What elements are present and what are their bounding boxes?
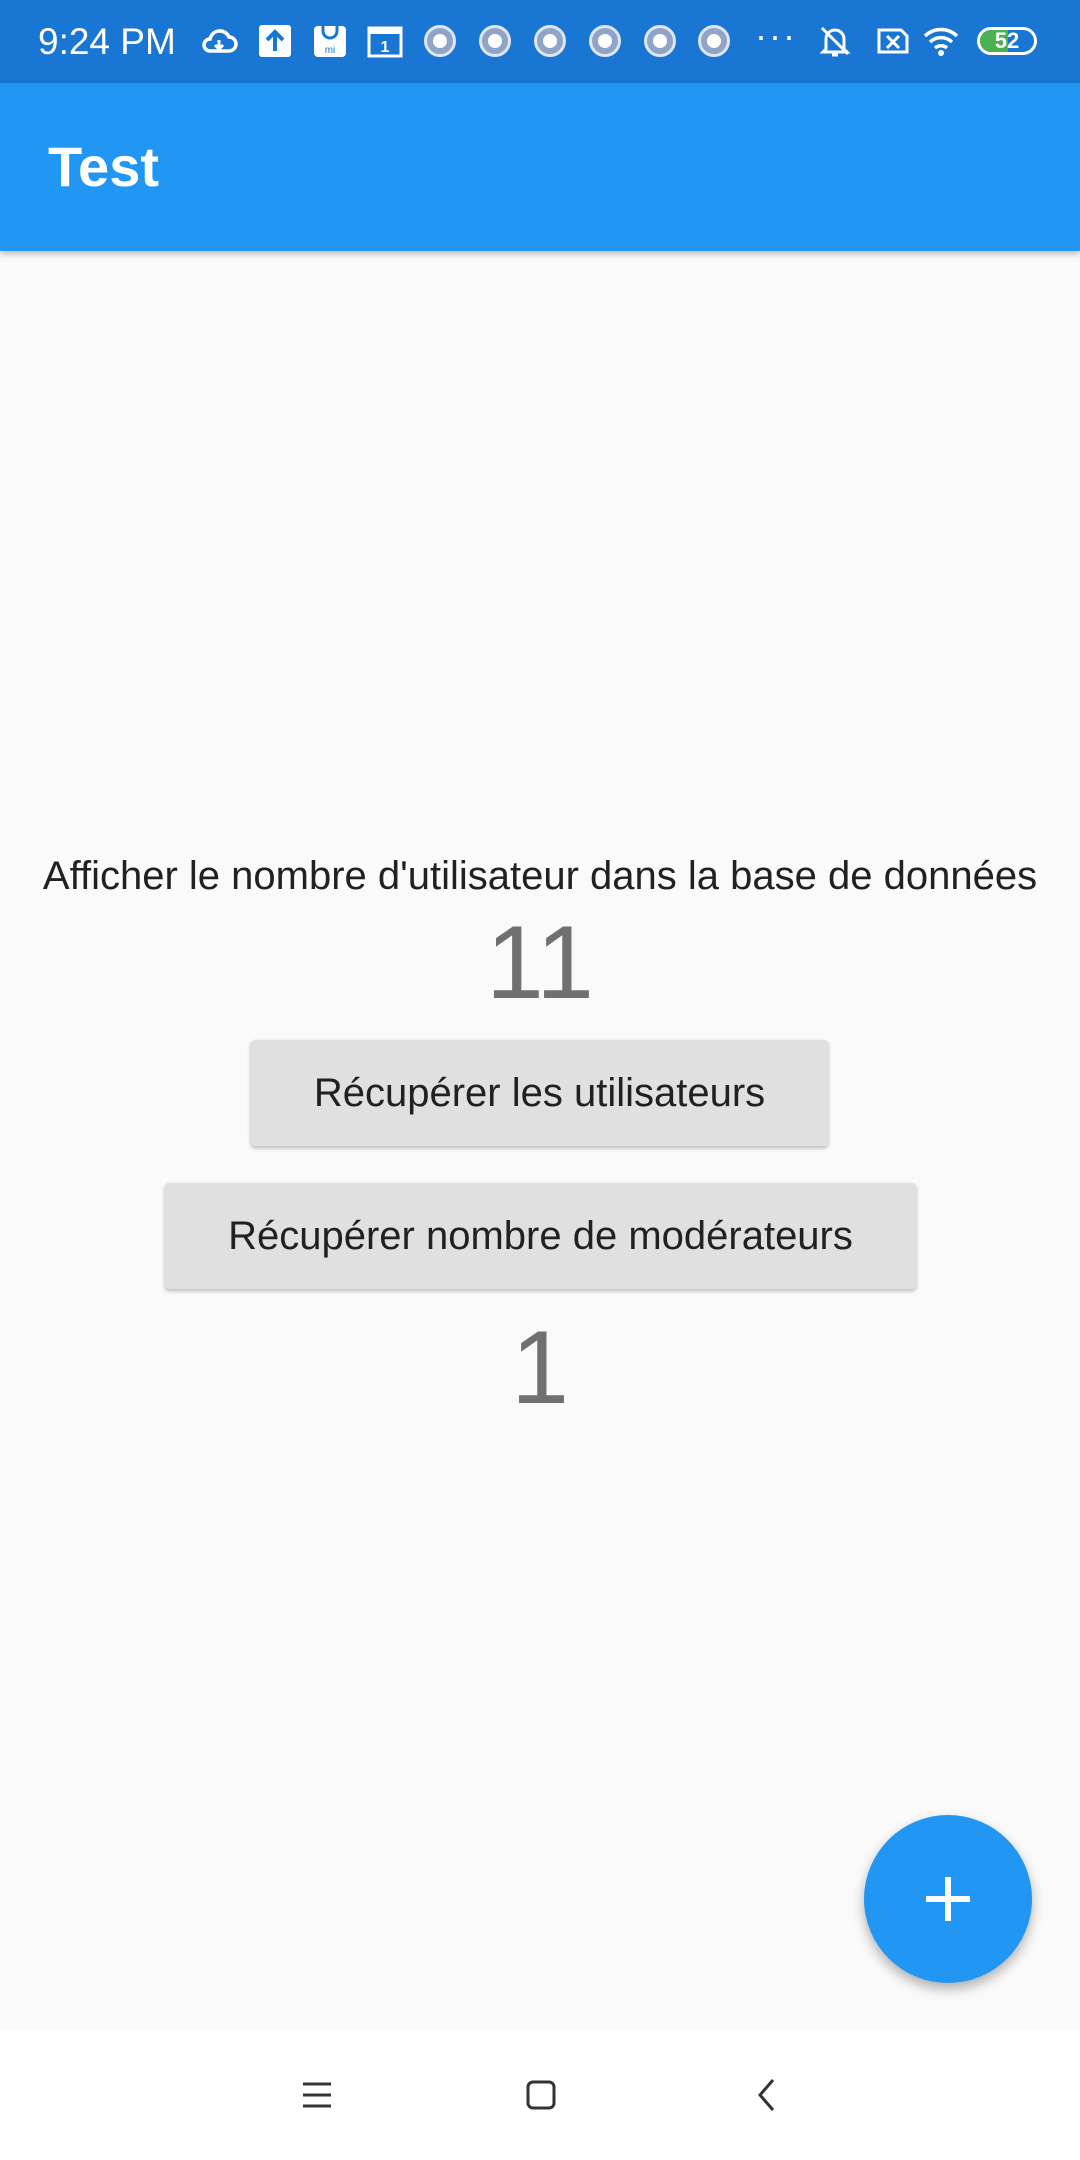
status-time: 9:24 PM	[38, 21, 176, 62]
bell-off-icon	[819, 26, 851, 57]
upload-icon	[259, 25, 291, 57]
screen: 9:24 PM mi 1 ··· 52 Test Afficher le nom…	[0, 0, 1080, 2160]
moderator-count: 1	[511, 1310, 569, 1426]
more-icon: ···	[755, 15, 797, 56]
app-notification-icon	[698, 25, 730, 57]
back-icon[interactable]	[733, 2060, 803, 2130]
sim-blocked-icon	[877, 28, 909, 54]
app-notification-icon	[479, 25, 511, 57]
app-notification-icon	[589, 25, 621, 57]
app-bar: Test	[0, 83, 1080, 251]
battery-icon: 52	[977, 27, 1037, 55]
svg-text:1: 1	[381, 39, 390, 56]
menu-icon[interactable]	[282, 2060, 352, 2130]
svg-text:mi: mi	[325, 45, 336, 56]
fetch-moderators-button[interactable]: Récupérer nombre de modérateurs	[165, 1183, 916, 1289]
description-text: Afficher le nombre d'utilisateur dans la…	[42, 854, 1038, 898]
app-notification-icon	[534, 25, 566, 57]
app-notification-icon	[644, 25, 676, 57]
mi-store-icon: mi	[314, 26, 346, 57]
navigation-bar	[0, 2030, 1080, 2160]
home-icon[interactable]	[506, 2060, 576, 2130]
user-count: 11	[486, 905, 594, 1021]
add-fab-button[interactable]	[864, 1815, 1032, 1983]
wifi-icon	[923, 27, 959, 56]
app-notification-icon	[424, 25, 456, 57]
cloud-icon	[202, 29, 238, 53]
calendar-icon: 1	[367, 26, 403, 58]
app-title: Test	[48, 135, 159, 198]
status-bar: 9:24 PM mi 1 ··· 52	[0, 0, 1080, 83]
fetch-users-button[interactable]: Récupérer les utilisateurs	[251, 1040, 828, 1146]
